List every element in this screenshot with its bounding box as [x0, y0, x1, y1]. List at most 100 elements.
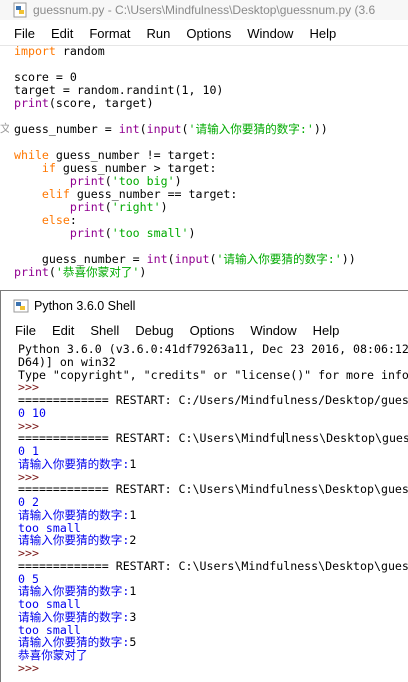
shell-line: ============= RESTART: C:/Users/Mindfuln…: [18, 394, 408, 407]
python-shell-icon: [13, 299, 29, 313]
token: guess_number != target:: [48, 148, 217, 162]
background-window-edge: 文: [0, 123, 9, 135]
token: 1: [129, 584, 137, 599]
editor-menu-help[interactable]: Help: [301, 26, 344, 41]
token: lness\Desktop\gues: [284, 431, 408, 446]
shell-line: 请输入你要猜的数字:2: [18, 534, 408, 547]
shell-menu-window[interactable]: Window: [242, 323, 304, 338]
token: print: [69, 174, 105, 188]
token: (: [104, 226, 112, 240]
token: (: [181, 122, 189, 136]
editor-menu-format[interactable]: Format: [81, 26, 138, 41]
token: else: [41, 213, 70, 227]
shell-line: Type "copyright", "credits" or "license(…: [18, 367, 408, 382]
editor-window: guessnum.py - C:\Users\Mindfulness\Deskt…: [0, 0, 408, 290]
shell-window: Python 3.6.0 Shell File Edit Shell Debug Opt…: [0, 290, 408, 682]
token: 2: [129, 533, 137, 548]
shell-menu-edit[interactable]: Edit: [44, 323, 82, 338]
token: ============= RESTART: C:\Users\Mindfu: [18, 431, 284, 446]
token: ============= RESTART: C:\Users\Mindfuln…: [18, 482, 408, 497]
token: ============= RESTART: C:\Users\Mindfuln…: [18, 558, 408, 573]
token: int: [118, 122, 140, 136]
token: 3: [129, 609, 137, 624]
token: )): [341, 252, 356, 266]
token: if: [41, 161, 56, 175]
token: ): [174, 174, 182, 188]
code-line: print(score, target): [14, 97, 408, 110]
token: ============= RESTART: C:/Users/Mindfuln…: [18, 393, 408, 407]
editor-titlebar[interactable]: guessnum.py - C:\Users\Mindfulness\Deskt…: [0, 0, 408, 20]
token: elif: [41, 187, 70, 201]
token: guess_number > target:: [55, 161, 217, 175]
shell-titlebar[interactable]: Python 3.6.0 Shell: [1, 295, 408, 317]
editor-menu-options[interactable]: Options: [178, 26, 239, 41]
editor-title: guessnum.py - C:\Users\Mindfulness\Deskt…: [33, 3, 376, 17]
editor-menu-window[interactable]: Window: [239, 26, 301, 41]
token: input: [146, 122, 182, 136]
token: ): [139, 265, 147, 279]
token: print: [14, 96, 49, 110]
editor-menu-edit[interactable]: Edit: [43, 26, 81, 41]
code-line: print('too small'): [14, 227, 408, 240]
token: :: [69, 213, 77, 227]
token: (: [104, 200, 112, 214]
code-line: import random: [14, 45, 408, 58]
shell-menubar: File Edit Shell Debug Options Window Help: [1, 318, 408, 342]
token: target = random.randint(1, 10): [14, 83, 224, 97]
token: 'too small': [111, 226, 189, 240]
token: Type "copyright", "credits" or "license(…: [18, 367, 408, 382]
code-line: guess_number = int(input('请输入你要猜的数字:')): [14, 123, 408, 136]
token: 'too big': [111, 174, 175, 188]
token: print: [14, 265, 49, 279]
shell-title: Python 3.6.0 Shell: [34, 299, 136, 313]
token: 1: [129, 507, 137, 522]
shell-menu-debug[interactable]: Debug: [127, 323, 181, 338]
token: import: [14, 44, 56, 58]
token: (: [48, 265, 56, 279]
shell-line: ============= RESTART: C:\Users\Mindfuln…: [18, 483, 408, 496]
token: 1: [129, 456, 137, 471]
token: (score, target): [48, 96, 154, 110]
token: ): [188, 226, 196, 240]
shell-menu-options[interactable]: Options: [182, 323, 243, 338]
code-editor[interactable]: import random score = 0 target = random.ra…: [14, 45, 408, 279]
token: print: [69, 226, 105, 240]
token: '请输入你要猜的数字:': [216, 252, 342, 266]
code-line: print('恭喜你蒙对了'): [14, 266, 408, 279]
shell-menu-shell[interactable]: Shell: [82, 323, 127, 338]
token: (: [167, 252, 175, 266]
token: 5: [129, 635, 137, 650]
token: >>>: [18, 660, 46, 675]
shell-line: 恭喜你蒙对了: [18, 649, 408, 662]
token: '请输入你要猜的数字:': [188, 122, 314, 136]
token: input: [174, 252, 210, 266]
token: )): [313, 122, 328, 136]
python-file-icon: [13, 2, 27, 18]
shell-menu-help[interactable]: Help: [305, 323, 348, 338]
token: 'right': [111, 200, 161, 214]
token: random: [55, 44, 105, 58]
editor-menubar: File Edit Format Run Options Window Help: [0, 21, 408, 46]
token: int: [146, 252, 168, 266]
shell-line: ============= RESTART: C:\Users\Mindfuln…: [18, 558, 408, 573]
editor-menu-file[interactable]: File: [0, 26, 43, 41]
shell-line: ============= RESTART: C:\Users\Mindfuln…: [18, 432, 408, 445]
token: (: [104, 174, 112, 188]
shell-output[interactable]: Python 3.6.0 (v3.6.0:41df79263a11, Dec 2…: [18, 343, 408, 675]
token: while: [14, 148, 49, 162]
token: guess_number =: [14, 252, 147, 266]
token: ): [160, 200, 168, 214]
shell-menu-file[interactable]: File: [1, 323, 44, 338]
shell-line: 0 10: [18, 406, 408, 420]
token: '恭喜你蒙对了': [55, 265, 140, 279]
token: guess_number =: [14, 122, 119, 136]
token: score = 0: [14, 70, 77, 84]
shell-line: 请输入你要猜的数字:1: [18, 456, 408, 471]
editor-menu-run[interactable]: Run: [139, 26, 179, 41]
